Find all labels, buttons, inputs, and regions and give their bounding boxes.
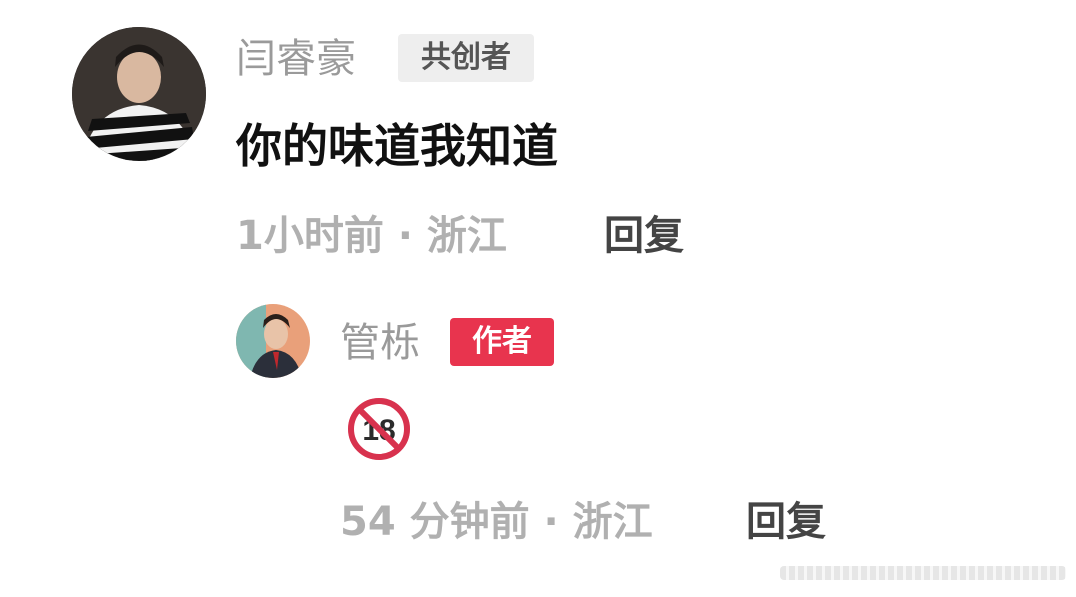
comment-author-name[interactable]: 闫睿豪 [236, 34, 356, 84]
comment-item: 闫睿豪 共创者 你的味道我知道 1小时前 · 浙江 回复 [0, 0, 1076, 280]
co-creator-badge: 共创者 [398, 34, 534, 82]
watermark [780, 566, 1066, 580]
no-under-18-icon: 18 [344, 394, 414, 464]
reply-author-name[interactable]: 管栎 [340, 318, 420, 368]
avatar-image [72, 27, 206, 161]
avatar[interactable] [72, 27, 206, 161]
reply-avatar-image [236, 304, 310, 378]
reply-button[interactable]: 回复 [604, 210, 684, 262]
reply-time-location: 54 分钟前 · 浙江 [340, 499, 653, 545]
comment-time-location: 1小时前 · 浙江 [236, 213, 507, 259]
author-badge: 作者 [450, 318, 554, 366]
reply-item: 管栎 作者 18 54 分钟前 · 浙江 回复 [0, 290, 1076, 550]
reply-avatar[interactable] [236, 304, 310, 378]
comment-text: 你的味道我知道 [236, 119, 558, 173]
reply-reply-button[interactable]: 回复 [746, 496, 826, 548]
